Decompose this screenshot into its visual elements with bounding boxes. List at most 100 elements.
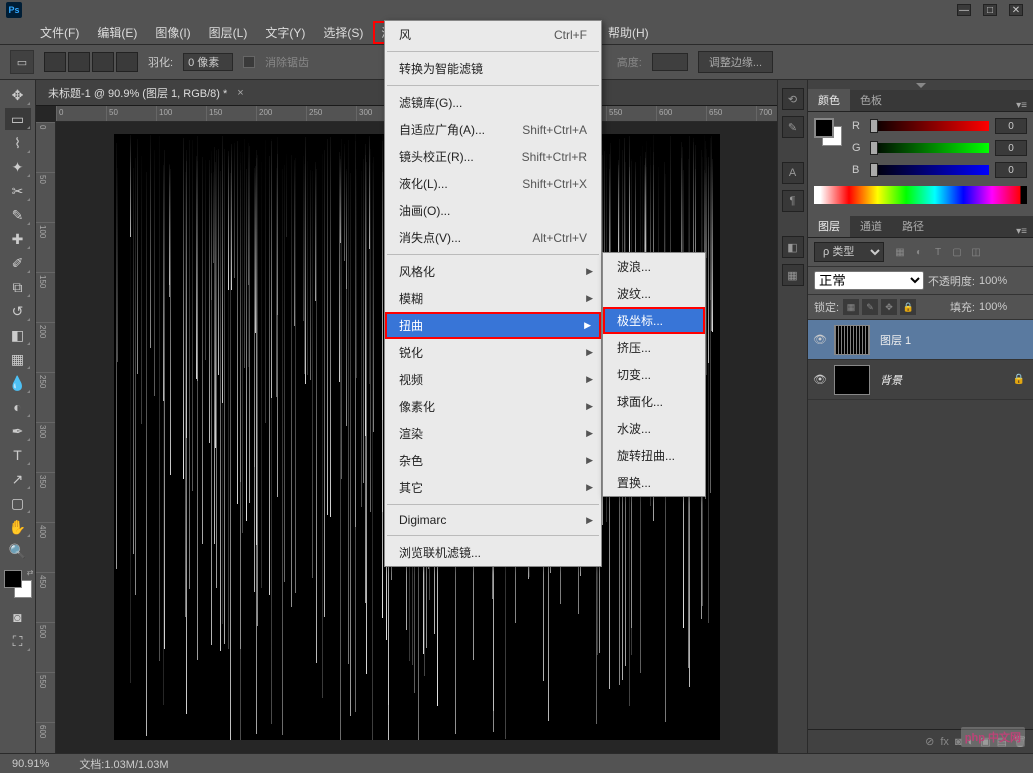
layer-name[interactable]: 背景 [876,372,1007,388]
shape-tool[interactable]: ▢ [5,492,31,514]
lock-transparent-icon[interactable]: ▦ [843,299,859,315]
menu-item[interactable]: 文字(Y) [257,21,313,44]
selection-add[interactable] [68,52,90,72]
filter-menu-item[interactable]: 消失点(V)...Alt+Ctrl+V [385,224,601,251]
g-slider[interactable] [870,143,989,153]
layer-fx-icon[interactable]: fx [940,736,949,748]
swap-colors-icon[interactable]: ⇄ [27,568,34,577]
antialias-checkbox[interactable] [243,56,255,68]
lock-position-icon[interactable]: ✥ [881,299,897,315]
dodge-tool[interactable]: ◐ [5,396,31,418]
dock-char-icon[interactable]: A [782,162,804,184]
window-maximize[interactable]: □ [983,4,997,16]
color-swatches[interactable]: ⇄ [4,570,32,598]
menu-item[interactable]: 选择(S) [315,21,371,44]
heal-tool[interactable]: ✚ [5,228,31,250]
distort-submenu-item[interactable]: 旋转扭曲... [603,442,705,469]
close-tab-icon[interactable]: × [237,87,243,99]
filter-pixel-icon[interactable]: ▦ [892,244,908,260]
tool-preset-icon[interactable]: ▭ [10,50,34,74]
lasso-tool[interactable]: ⌇ [5,132,31,154]
r-slider[interactable] [870,121,989,131]
lock-pixels-icon[interactable]: ✎ [862,299,878,315]
window-minimize[interactable]: — [957,4,971,16]
menu-item[interactable]: 文件(F) [32,21,87,44]
distort-submenu-item[interactable]: 波纹... [603,280,705,307]
eraser-tool[interactable]: ◧ [5,324,31,346]
layer-row[interactable]: 👁 背景 🔒 [808,360,1033,400]
blend-mode-select[interactable]: 正常 [814,271,924,290]
zoom-level[interactable]: 90.91% [12,758,49,770]
foreground-color[interactable] [4,570,22,588]
brush-tool[interactable]: ✐ [5,252,31,274]
panel-menu-icon[interactable]: ▾≡ [1010,100,1033,111]
dock-history-icon[interactable]: ⟲ [782,88,804,110]
pen-tool[interactable]: ✒ [5,420,31,442]
filter-menu-item[interactable]: 像素化 [385,393,601,420]
distort-submenu-item[interactable]: 球面化... [603,388,705,415]
opacity-value[interactable]: 100% [979,275,1027,287]
filter-menu-item[interactable]: 风格化 [385,258,601,285]
menu-item[interactable]: 图像(I) [147,21,198,44]
layer-name[interactable]: 图层 1 [876,332,1029,348]
distort-submenu-item[interactable]: 挤压... [603,334,705,361]
stamp-tool[interactable]: ⧉ [5,276,31,298]
menu-item[interactable]: 编辑(E) [89,21,145,44]
filter-menu-item[interactable]: 锐化 [385,339,601,366]
distort-submenu-item[interactable]: 切变... [603,361,705,388]
wand-tool[interactable]: ✦ [5,156,31,178]
filter-menu-item[interactable]: 模糊 [385,285,601,312]
filter-adjust-icon[interactable]: ◐ [911,244,927,260]
tab-swatches[interactable]: 色板 [850,89,892,111]
hand-tool[interactable]: ✋ [5,516,31,538]
selection-new[interactable] [44,52,66,72]
dock-brush-icon[interactable]: ✎ [782,116,804,138]
layer-kind-filter[interactable]: ρ 类型 [814,242,884,262]
refine-edge-button[interactable]: 调整边缘... [698,51,773,73]
dock-styles-icon[interactable]: ◧ [782,236,804,258]
menu-item[interactable]: 帮助(H) [600,21,657,44]
filter-menu-item[interactable]: 扭曲 [385,312,601,339]
filter-menu-item[interactable]: 风Ctrl+F [385,21,601,48]
color-spectrum[interactable] [814,186,1027,204]
filter-menu-item[interactable]: 镜头校正(R)...Shift+Ctrl+R [385,143,601,170]
distort-submenu-item[interactable]: 波浪... [603,253,705,280]
screenmode-tool[interactable]: ⛶ [5,630,31,652]
menu-item[interactable]: 图层(L) [201,21,256,44]
layer-thumbnail[interactable] [834,325,870,355]
lock-all-icon[interactable]: 🔒 [900,299,916,315]
crop-tool[interactable]: ✂ [5,180,31,202]
filter-shape-icon[interactable]: ▢ [949,244,965,260]
blur-tool[interactable]: 💧 [5,372,31,394]
tab-color[interactable]: 颜色 [808,89,850,111]
zoom-tool[interactable]: 🔍 [5,540,31,562]
layer-visibility-icon[interactable]: 👁 [812,373,828,386]
layer-thumbnail[interactable] [834,365,870,395]
move-tool[interactable]: ✥ [5,84,31,106]
feather-input[interactable] [183,53,233,71]
gradient-tool[interactable]: ▦ [5,348,31,370]
filter-menu-item[interactable]: 浏览联机滤镜... [385,539,601,566]
filter-menu-item[interactable]: 视频 [385,366,601,393]
filter-menu-item[interactable]: 油画(O)... [385,197,601,224]
distort-submenu-item[interactable]: 极坐标... [603,307,705,334]
layer-visibility-icon[interactable]: 👁 [812,333,828,346]
b-slider[interactable] [870,165,989,175]
filter-menu-item[interactable]: 转换为智能滤镜 [385,55,601,82]
panel-fg-color[interactable] [814,118,834,138]
filter-menu-item[interactable]: 杂色 [385,447,601,474]
dock-swatches-icon[interactable]: ▦ [782,264,804,286]
marquee-tool[interactable]: ▭ [5,108,31,130]
type-tool[interactable]: T [5,444,31,466]
eyedropper-tool[interactable]: ✎ [5,204,31,226]
tab-channels[interactable]: 通道 [850,215,892,237]
filter-menu-item[interactable]: 液化(L)...Shift+Ctrl+X [385,170,601,197]
filter-menu-item[interactable]: 自适应广角(A)...Shift+Ctrl+A [385,116,601,143]
dock-para-icon[interactable]: ¶ [782,190,804,212]
distort-submenu-item[interactable]: 置换... [603,469,705,496]
tab-paths[interactable]: 路径 [892,215,934,237]
filter-type-icon[interactable]: T [930,244,946,260]
g-value[interactable] [995,140,1027,156]
window-close[interactable]: ✕ [1009,4,1023,16]
history-brush-tool[interactable]: ↺ [5,300,31,322]
